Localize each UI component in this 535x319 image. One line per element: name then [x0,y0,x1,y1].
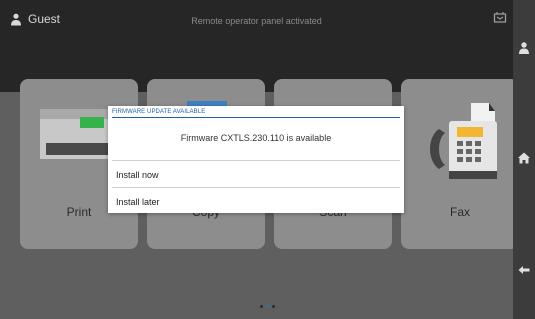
page-dot[interactable] [272,305,275,308]
inbox-tray-icon[interactable] [493,10,507,24]
fax-tile[interactable]: Fax [401,79,513,249]
person-icon[interactable] [517,41,531,55]
page-dot[interactable] [260,305,263,308]
dialog-message: Firmware CXTLS.230.110 is available [180,133,332,143]
fax-icon [430,103,497,179]
firmware-update-dialog: FIRMWARE UPDATE AVAILABLE Firmware CXTLS… [108,106,404,213]
home-icon[interactable] [517,151,531,165]
divider [112,160,400,161]
remote-panel-status: Remote operator panel activated [191,16,322,26]
page-indicator[interactable] [260,305,275,308]
install-later-option[interactable]: Install later [116,197,160,207]
divider [112,187,400,188]
back-arrow-icon[interactable] [517,263,531,277]
fax-label: Fax [449,205,470,219]
page-dot-active[interactable] [266,305,269,308]
dialog-title: FIRMWARE UPDATE AVAILABLE [112,109,206,115]
right-sidebar [513,0,535,319]
install-now-option[interactable]: Install now [116,170,159,180]
title-divider [112,117,400,118]
